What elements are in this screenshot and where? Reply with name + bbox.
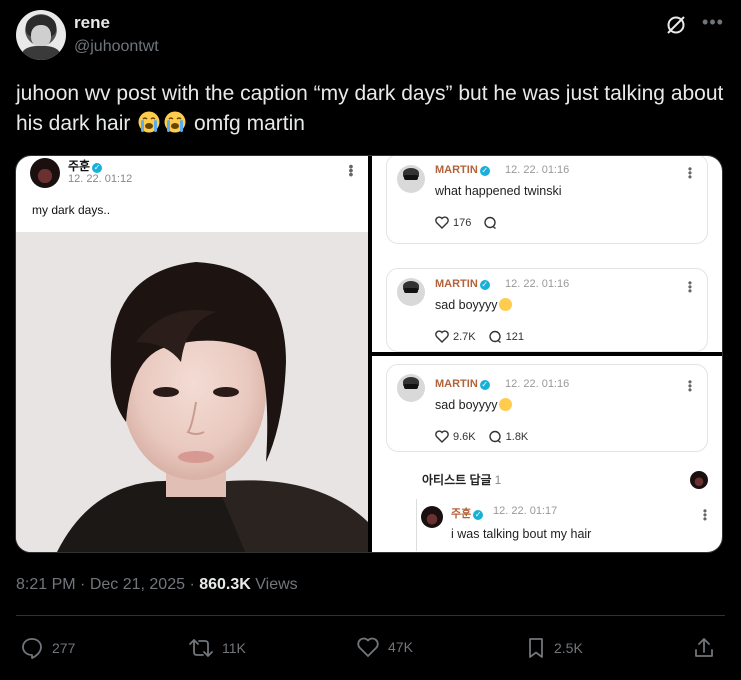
comment-more-icon: • • • [687,375,693,397]
share-button[interactable] [692,636,716,660]
repost-icon [189,639,213,657]
martin-avatar [397,165,425,193]
martin-avatar [397,374,425,402]
comment-reply-count: 121 [505,330,524,343]
heart-icon [435,216,449,229]
comment-like-count: 176 [453,216,472,229]
reply-author-name: 주훈 ✓ [451,508,484,520]
artist-replies-header: 아티스트 답글 1 [422,473,502,487]
commenter-name: MARTIN ✓ [435,164,490,176]
author-avatar[interactable] [16,10,66,60]
comment-date: 12. 22. 01:16 [505,164,570,176]
repost-button[interactable]: 11K [188,636,246,660]
author-handle[interactable]: @juhoontwt [74,36,159,58]
tweet-text: juhoon wv post with the caption “my dark… [16,79,726,139]
reply-count: 277 [52,640,76,656]
reply-icon [22,638,42,659]
media-image-comments-2[interactable]: MARTIN ✓ 12. 22. 01:16 • • • sad boyyyy 9.6… [372,356,722,552]
tweet-header: rene @juhoontwt ••• [16,10,725,62]
author-names: rene @juhoontwt [74,12,159,58]
views-label: Views [255,576,298,593]
media-image-comments-1[interactable]: MARTIN ✓ 12. 22. 01:16 • • • what happened … [372,156,722,352]
reply-more-icon: • • • [702,504,708,526]
reply-button[interactable]: 277 [20,636,75,660]
crying-face-icon [498,298,512,311]
heart-icon [435,430,449,443]
comment-text: what happened twinski [435,184,562,198]
repost-count: 11K [222,640,246,656]
verified-badge-icon: ✓ [479,166,490,176]
post-more-icon: • • • [348,158,354,182]
comment-card: MARTIN ✓ 12. 22. 01:16 • • • sad boyyyy 2.7… [386,268,708,352]
bookmark-button[interactable]: 2.5K [526,636,583,660]
commenter-name: MARTIN ✓ [435,278,490,290]
comment-text: sad boyyyy [435,398,512,412]
comment-more-icon: • • • [687,162,693,184]
action-bar: 277 11K 47K 2.5K [20,636,719,666]
comment-card: MARTIN ✓ 12. 22. 01:16 • • • sad boyyyy 9.6… [386,364,708,452]
verified-badge-icon: ✓ [479,280,490,290]
post-author-avatar [30,158,60,188]
heart-icon [435,330,449,343]
comment-more-icon: • • • [687,276,693,298]
comment-like-count: 9.6K [453,430,476,443]
verified-badge-icon: ✓ [479,380,490,390]
comment-stats: 9.6K 1.8K [435,430,528,443]
post-caption: my dark days.. [32,203,111,217]
verified-badge-icon: ✓ [92,163,103,173]
divider [16,615,725,616]
comment-date: 12. 22. 01:16 [505,278,570,290]
artist-reply: 주훈 ✓ 12. 22. 01:17 • • • i was talking bout… [416,499,716,551]
reply-author-avatar [421,506,443,528]
tweet-text-end: omfg martin [188,112,305,135]
tweet-time[interactable]: 8:21 PM [16,576,76,593]
comment-stats: 176 [435,216,497,229]
reply-bubble-icon [484,216,497,229]
reply-bubble-icon [488,330,501,343]
heart-icon [357,637,379,657]
comment-text: sad boyyyy [435,298,512,312]
tweet-meta: 8:21 PM · Dec 21, 2025 · 860.3K Views [16,576,298,593]
comment-card: MARTIN ✓ 12. 22. 01:16 • • • what happened … [386,156,708,244]
reply-text: i was talking bout my hair [451,527,592,541]
portrait-photo [16,232,368,552]
share-icon [695,638,713,657]
more-options-icon[interactable]: ••• [701,13,725,36]
martin-avatar [397,278,425,306]
post-author-name: 주훈 ✓ [68,159,103,173]
verified-badge-icon: ✓ [473,510,484,520]
comment-date: 12. 22. 01:16 [505,378,570,390]
tweet-date[interactable]: Dec 21, 2025 [90,576,185,593]
commenter-name: MARTIN ✓ [435,378,490,390]
author-display-name[interactable]: rene [74,12,159,34]
comment-stats: 2.7K 121 [435,330,524,343]
bookmark-count: 2.5K [554,640,583,656]
tweet-text-main: juhoon wv post with the caption “my dark… [16,82,724,135]
like-count: 47K [388,639,413,655]
grok-icon[interactable] [665,14,687,36]
views-count: 860.3K [199,576,251,593]
bookmark-icon [529,638,543,658]
media-image-post[interactable]: 주훈 ✓ 12. 22. 01:12 • • • my dark days.. [16,156,368,552]
like-button[interactable]: 47K [356,636,413,658]
loudly-crying-face-icon [163,110,187,134]
comment-reply-count: 1.8K [505,430,529,443]
comment-like-count: 2.7K [453,330,476,343]
crying-face-icon [498,398,512,411]
reply-date: 12. 22. 01:17 [493,505,558,517]
loudly-crying-face-icon [137,110,161,134]
artist-avatar [690,471,708,489]
tweet-media[interactable]: 주훈✓ 12. 22. 01:12 ••• my dark days.. [15,155,723,553]
post-date: 12. 22. 01:12 [68,173,133,185]
reply-bubble-icon [488,430,501,443]
